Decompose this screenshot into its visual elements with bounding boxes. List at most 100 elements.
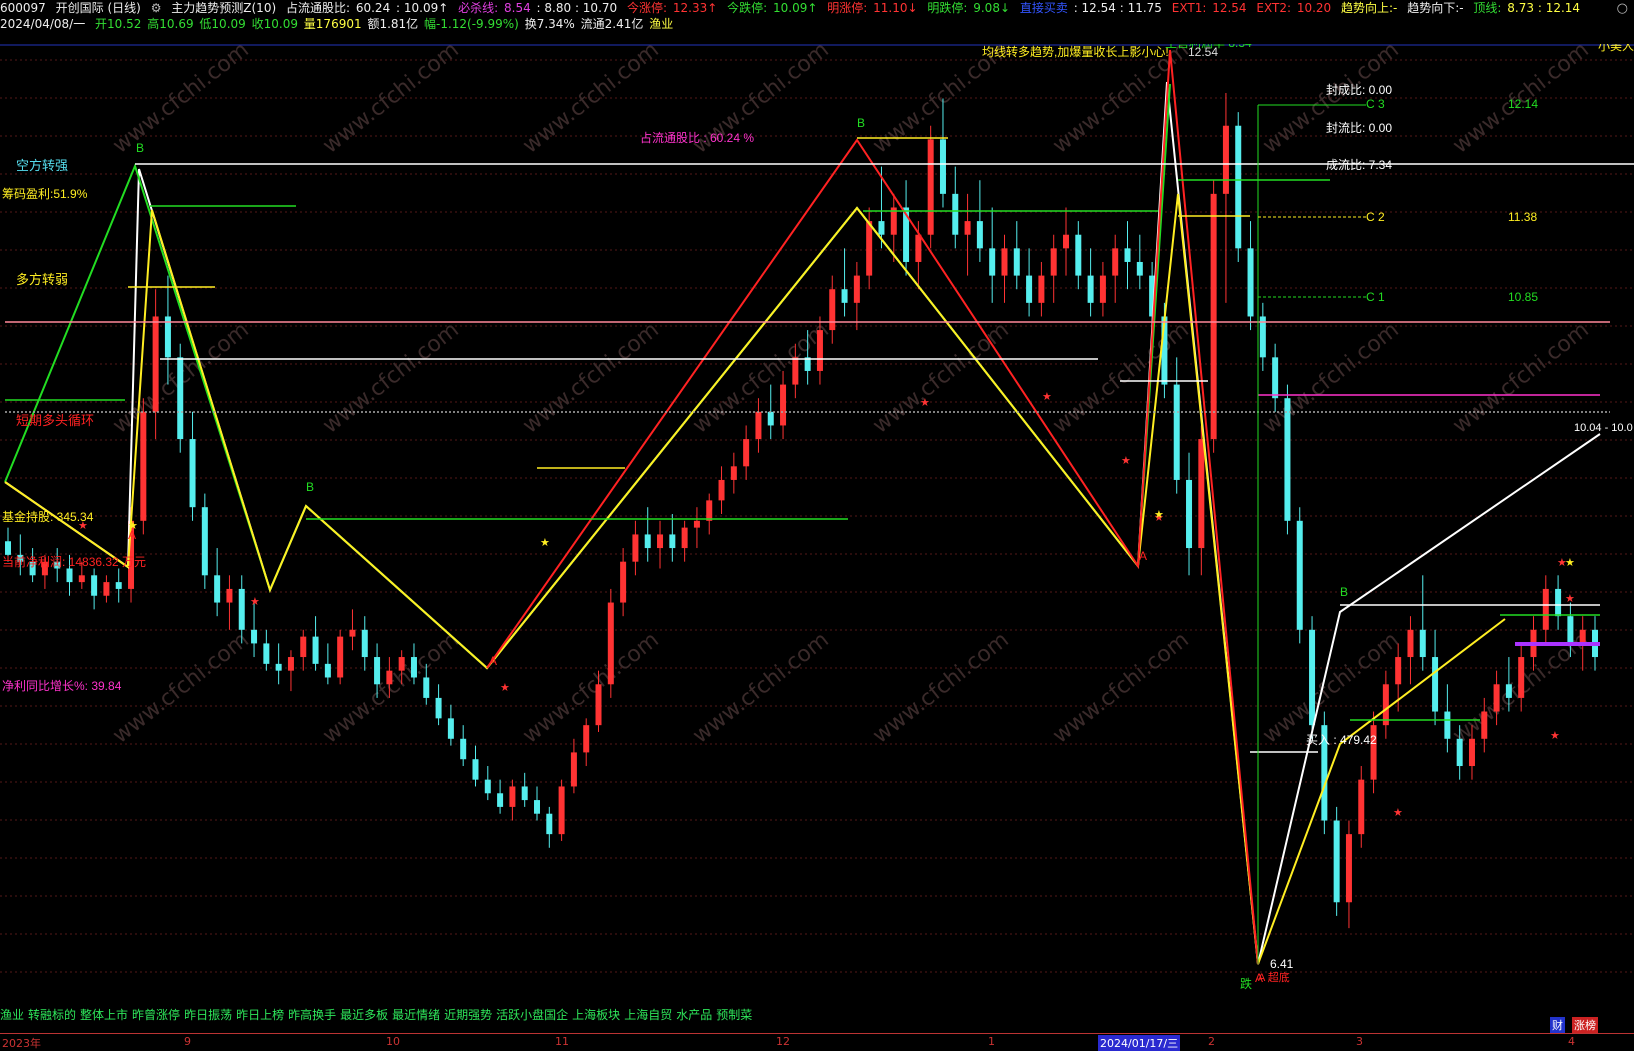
float-ratio-value: 60.24 xyxy=(355,1,391,15)
candle-body xyxy=(1579,629,1586,644)
candle-body xyxy=(792,357,799,385)
yellow-zigzag xyxy=(4,193,1506,965)
candle-body xyxy=(349,629,356,637)
candle-body xyxy=(1395,657,1402,685)
candle-body xyxy=(1272,357,1279,399)
limit-up-value: 12.33↑ xyxy=(672,1,718,15)
watermark-text: www.cfchi.com xyxy=(1258,317,1403,438)
concept-tag[interactable]: 上海自贸 xyxy=(624,1008,672,1022)
signal-star: ★ xyxy=(1565,592,1575,605)
candle-body xyxy=(915,234,922,262)
candle-body xyxy=(780,384,787,426)
label-c2: C 2 xyxy=(1366,210,1385,224)
watermark-text: www.cfchi.com xyxy=(108,627,253,748)
concept-tag[interactable]: 昨日上榜 xyxy=(236,1008,284,1022)
candle-body xyxy=(743,439,750,467)
watermark-text: www.cfchi.com xyxy=(868,317,1013,438)
candle-body xyxy=(878,221,885,235)
candle-body xyxy=(558,786,565,835)
candle-body xyxy=(1358,779,1365,835)
concept-tag[interactable]: 昨曾涨停 xyxy=(132,1008,180,1022)
direct-label: 直接买卖 xyxy=(1019,1,1068,15)
candle-body xyxy=(546,813,553,835)
label-c1: C 1 xyxy=(1366,290,1385,304)
red-line xyxy=(486,49,1259,965)
watermark-text: www.cfchi.com xyxy=(1048,627,1193,748)
candle-body xyxy=(1026,275,1033,303)
close-icon[interactable]: ○ xyxy=(1617,1,1628,16)
concept-tag[interactable]: 最近多板 xyxy=(340,1008,388,1022)
candlestick-chart[interactable]: www.cfchi.com www.cfchi.com www.cfchi.com w… xyxy=(0,44,1634,1004)
x-axis-label: 10 xyxy=(386,1035,400,1048)
indicator-header: 600097 开创国际 (日线) ⚙ 主力趋势预测Z(10) 占流通股比: 60… xyxy=(0,0,1634,17)
watermark-text: www.cfchi.com xyxy=(1448,317,1593,438)
float-ratio-label: 占流通股比: xyxy=(285,1,351,15)
concept-tag[interactable]: 渔业 xyxy=(0,1008,24,1022)
candle-body xyxy=(152,316,159,412)
candle-body xyxy=(1001,248,1008,276)
candle-body xyxy=(1505,684,1512,698)
label-c1-value: 10.85 xyxy=(1508,290,1538,304)
tmr-down-label: 明跌停: xyxy=(927,1,968,15)
x-axis-label: 3 xyxy=(1356,1035,1363,1048)
candle-body xyxy=(706,500,713,521)
candle-body xyxy=(976,221,983,249)
candle-body xyxy=(1087,275,1094,303)
label-top-price: 12.54 xyxy=(1188,45,1218,59)
label-low-price: 6.41 xyxy=(1270,957,1294,971)
candle-body xyxy=(1432,657,1439,712)
candle-body xyxy=(312,636,319,664)
concept-tag[interactable]: 水产品 xyxy=(676,1008,712,1022)
quote-sector[interactable]: 渔业 xyxy=(649,17,673,31)
candle-body xyxy=(115,582,122,589)
candle-body xyxy=(1345,834,1352,903)
concept-tag[interactable]: 活跃小盘国企 xyxy=(496,1008,568,1022)
label-air-to-strong: 空方转强 xyxy=(16,158,68,173)
watermark-text: www.cfchi.com xyxy=(518,627,663,748)
tmr-up-label: 明涨停: xyxy=(827,1,868,15)
settings-icon[interactable]: ⚙ xyxy=(151,1,162,15)
candle-body xyxy=(214,575,221,603)
candle-body xyxy=(447,718,454,739)
concept-tag[interactable]: 预制菜 xyxy=(716,1008,752,1022)
must-kill-value: 8.54 xyxy=(504,1,531,15)
candle-body xyxy=(1567,616,1574,644)
concept-tag[interactable]: 近期强势 xyxy=(444,1008,492,1022)
concept-tag[interactable]: 转融标的 xyxy=(28,1008,76,1022)
label-float-ratio: 占流通股比 : 60.24 % xyxy=(640,130,754,145)
candle-body xyxy=(1284,398,1291,521)
label-ma-trend: 均线转多趋势,加爆量收长上影小心! xyxy=(982,44,1169,59)
candle-body xyxy=(521,786,528,801)
concept-tag[interactable]: 最近情绪 xyxy=(392,1008,440,1022)
quote-date: 2024/04/08/一 xyxy=(0,17,86,31)
candle-body xyxy=(1013,248,1020,276)
signal-marker: A xyxy=(1255,971,1263,985)
candle-body xyxy=(989,248,996,276)
trend-down-label: 趋势向下:- xyxy=(1407,1,1464,15)
stock-code: 600097 xyxy=(0,1,46,15)
candle-body xyxy=(1210,193,1217,440)
label-net-profit: 当前净利润: 14836.32 万元 xyxy=(2,554,146,569)
candle-body xyxy=(693,520,700,528)
candle-body xyxy=(595,684,602,726)
candle-body xyxy=(66,568,73,583)
badge-cai[interactable]: 财 xyxy=(1550,1017,1565,1033)
label-seal-ratio-1: 封成比: 0.00 xyxy=(1326,83,1392,97)
badge-zhangbang[interactable]: 涨榜 xyxy=(1572,1017,1598,1033)
candle-body xyxy=(287,657,294,671)
quote-high: 高10.69 xyxy=(147,17,194,31)
candle-body xyxy=(91,575,98,596)
indicator-name[interactable]: 主力趋势预测Z(10) xyxy=(171,1,276,15)
label-deal-flow: 成流比: 7.34 xyxy=(1326,158,1392,172)
concept-tag[interactable]: 昨高换手 xyxy=(288,1008,336,1022)
concept-tag[interactable]: 昨日振荡 xyxy=(184,1008,232,1022)
candle-body xyxy=(1407,629,1414,658)
label-right-tag: 小美人 xyxy=(1598,44,1634,53)
label-fund-hold: 基金持股: 345.34 xyxy=(2,509,94,524)
candle-body xyxy=(509,786,516,807)
candle-body xyxy=(201,507,208,576)
candle-body xyxy=(177,357,184,440)
candle-body xyxy=(1518,657,1525,698)
concept-tag[interactable]: 整体上市 xyxy=(80,1008,128,1022)
concept-tag[interactable]: 上海板块 xyxy=(572,1008,620,1022)
